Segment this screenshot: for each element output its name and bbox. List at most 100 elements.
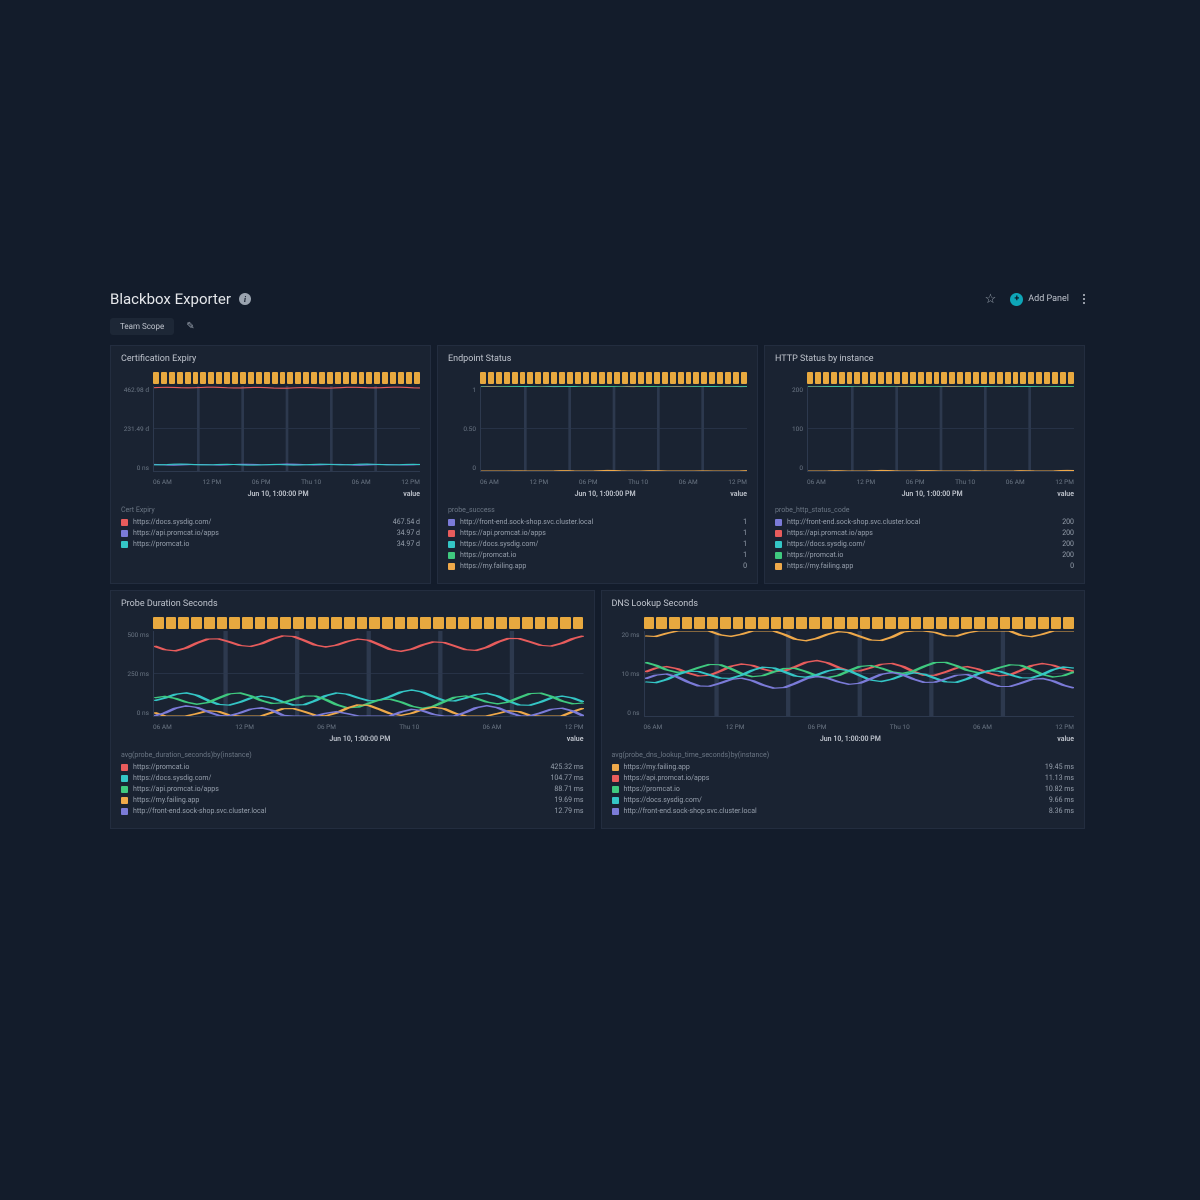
chart-area[interactable]: 10.50006 AM12 PM06 PMThu 1006 AM12 PM [448, 386, 747, 486]
chart-area[interactable]: 20 ms10 ms0 ns06 AM12 PM06 PMThu 1006 AM… [612, 631, 1075, 731]
panel-dns-lookup: DNS Lookup Seconds 20 ms10 ms0 ns06 AM12 … [601, 590, 1086, 829]
legend-title: Cert Expiry [121, 506, 420, 514]
legend-label: http://front-end.sock-shop.svc.cluster.l… [787, 518, 920, 526]
page-title: Blackbox Exporter [110, 290, 231, 308]
row-1: Certification Expiry 462.98 d231.49 d0 ns… [110, 345, 1085, 584]
legend-row[interactable]: https://docs.sysdig.com/ 467.54 d [121, 518, 420, 526]
legend-value: 34.97 d [397, 529, 420, 537]
scope-pill[interactable]: Team Scope [110, 318, 174, 335]
legend-label: https://promcat.io [133, 540, 189, 548]
legend-label: http://front-end.sock-shop.svc.cluster.l… [133, 807, 266, 815]
legend-label: https://my.failing.app [133, 796, 199, 804]
legend-label: https://docs.sysdig.com/ [624, 796, 702, 804]
legend-row[interactable]: https://my.failing.app 0 [448, 562, 747, 570]
legend-row[interactable]: https://docs.sysdig.com/ 9.66 ms [612, 796, 1075, 804]
legend-row[interactable]: https://promcat.io 34.97 d [121, 540, 420, 548]
add-panel-button[interactable]: + Add Panel [1010, 293, 1069, 306]
legend-label: https://api.promcat.io/apps [624, 774, 710, 782]
panel-probe-duration: Probe Duration Seconds500 ms250 ms0 ns06… [110, 590, 595, 829]
chart-area[interactable]: 500 ms250 ms0 ns06 AM12 PM06 PMThu 1006 … [121, 631, 584, 731]
tick-strip [480, 372, 747, 384]
legend-label: https://promcat.io [787, 551, 843, 559]
y-axis: 462.98 d231.49 d0 ns [121, 386, 149, 472]
legend-value: 200 [1062, 551, 1074, 559]
legend-label: https://my.failing.app [460, 562, 526, 570]
pencil-icon[interactable]: ✎ [186, 321, 194, 332]
legend-row[interactable]: https://api.promcat.io/apps 1 [448, 529, 747, 537]
legend-value: 467.54 d [393, 518, 420, 526]
legend-value: 200 [1062, 529, 1074, 537]
legend-row[interactable]: https://docs.sysdig.com/ 1 [448, 540, 747, 548]
legend-title: probe_success [448, 506, 747, 514]
tick-strip [153, 617, 584, 629]
plot [644, 631, 1075, 717]
panel-title: Endpoint Status [448, 354, 747, 364]
legend-row[interactable]: http://front-end.sock-shop.svc.cluster.l… [775, 518, 1074, 526]
legend: Cert Expiry https://docs.sysdig.com/ 467… [121, 506, 420, 551]
legend-value: 200 [1062, 540, 1074, 548]
y-axis: 500 ms250 ms0 ns [121, 631, 149, 717]
scope-row: Team Scope ✎ [110, 318, 1085, 335]
legend-row[interactable]: https://docs.sysdig.com/ 104.77 ms [121, 774, 584, 782]
legend-row[interactable]: http://front-end.sock-shop.svc.cluster.l… [121, 807, 584, 815]
timestamp-row: Jun 10, 1:00:00 PMvalue [153, 735, 584, 743]
legend-row[interactable]: https://my.failing.app 19.69 ms [121, 796, 584, 804]
panel-title: DNS Lookup Seconds [612, 599, 1075, 609]
header-right: ☆ + Add Panel [985, 292, 1085, 307]
legend-label: http://front-end.sock-shop.svc.cluster.l… [460, 518, 593, 526]
legend: probe_http_status_code http://front-end.… [775, 506, 1074, 573]
legend-row[interactable]: https://api.promcat.io/apps 11.13 ms [612, 774, 1075, 782]
legend-row[interactable]: https://api.promcat.io/apps 34.97 d [121, 529, 420, 537]
star-icon[interactable]: ☆ [985, 292, 997, 307]
y-axis: 2001000 [775, 386, 803, 472]
legend-row[interactable]: https://api.promcat.io/apps 88.71 ms [121, 785, 584, 793]
legend-row[interactable]: https://api.promcat.io/apps 200 [775, 529, 1074, 537]
legend-row[interactable]: http://front-end.sock-shop.svc.cluster.l… [448, 518, 747, 526]
legend-value: 1 [743, 529, 747, 537]
legend-value: 1 [743, 518, 747, 526]
more-menu-icon[interactable] [1083, 294, 1085, 304]
chart-area[interactable]: 462.98 d231.49 d0 ns06 AM12 PM06 PMThu 1… [121, 386, 420, 486]
plus-icon: + [1010, 293, 1023, 306]
legend-label: https://promcat.io [133, 763, 189, 771]
legend: avg(probe_duration_seconds)by(instance) … [121, 751, 584, 818]
legend-value: 19.45 ms [1045, 763, 1074, 771]
legend-value: 200 [1062, 518, 1074, 526]
legend-row[interactable]: https://promcat.io 425.32 ms [121, 763, 584, 771]
legend-value: 12.79 ms [554, 807, 583, 815]
plot [153, 631, 584, 717]
legend-label: https://docs.sysdig.com/ [133, 518, 211, 526]
legend-title: avg(probe_dns_lookup_time_seconds)by(ins… [612, 751, 1075, 759]
legend-row[interactable]: https://promcat.io 200 [775, 551, 1074, 559]
timestamp-row: Jun 10, 1:00:00 PMvalue [807, 490, 1074, 498]
chart-area[interactable]: 200100006 AM12 PM06 PMThu 1006 AM12 PM [775, 386, 1074, 486]
legend-label: https://promcat.io [460, 551, 516, 559]
legend-value: 19.69 ms [554, 796, 583, 804]
legend-value: 1 [743, 551, 747, 559]
legend-row[interactable]: https://docs.sysdig.com/ 200 [775, 540, 1074, 548]
panel-title: Certification Expiry [121, 354, 420, 364]
legend-row[interactable]: https://my.failing.app 0 [775, 562, 1074, 570]
x-axis: 06 AM12 PM06 PMThu 1006 AM12 PM [480, 478, 747, 486]
legend-row[interactable]: https://promcat.io 10.82 ms [612, 785, 1075, 793]
info-icon[interactable]: i [239, 293, 251, 305]
legend-title: avg(probe_duration_seconds)by(instance) [121, 751, 584, 759]
header-left: Blackbox Exporter i [110, 290, 251, 308]
panel-cert-expiry: Certification Expiry 462.98 d231.49 d0 ns… [110, 345, 431, 584]
legend-label: http://front-end.sock-shop.svc.cluster.l… [624, 807, 757, 815]
legend-row[interactable]: https://promcat.io 1 [448, 551, 747, 559]
legend-title: probe_http_status_code [775, 506, 1074, 514]
legend-value: 8.36 ms [1049, 807, 1074, 815]
legend-label: https://docs.sysdig.com/ [787, 540, 865, 548]
legend-value: 0 [743, 562, 747, 570]
timestamp-row: Jun 10, 1:00:00 PMvalue [480, 490, 747, 498]
legend-label: https://my.failing.app [787, 562, 853, 570]
add-panel-label: Add Panel [1028, 294, 1069, 304]
legend-row[interactable]: https://my.failing.app 19.45 ms [612, 763, 1075, 771]
legend-value: 10.82 ms [1045, 785, 1074, 793]
legend-row[interactable]: http://front-end.sock-shop.svc.cluster.l… [612, 807, 1075, 815]
legend-value: 0 [1070, 562, 1074, 570]
legend-value: 88.71 ms [554, 785, 583, 793]
legend-label: https://docs.sysdig.com/ [460, 540, 538, 548]
legend-label: https://my.failing.app [624, 763, 690, 771]
